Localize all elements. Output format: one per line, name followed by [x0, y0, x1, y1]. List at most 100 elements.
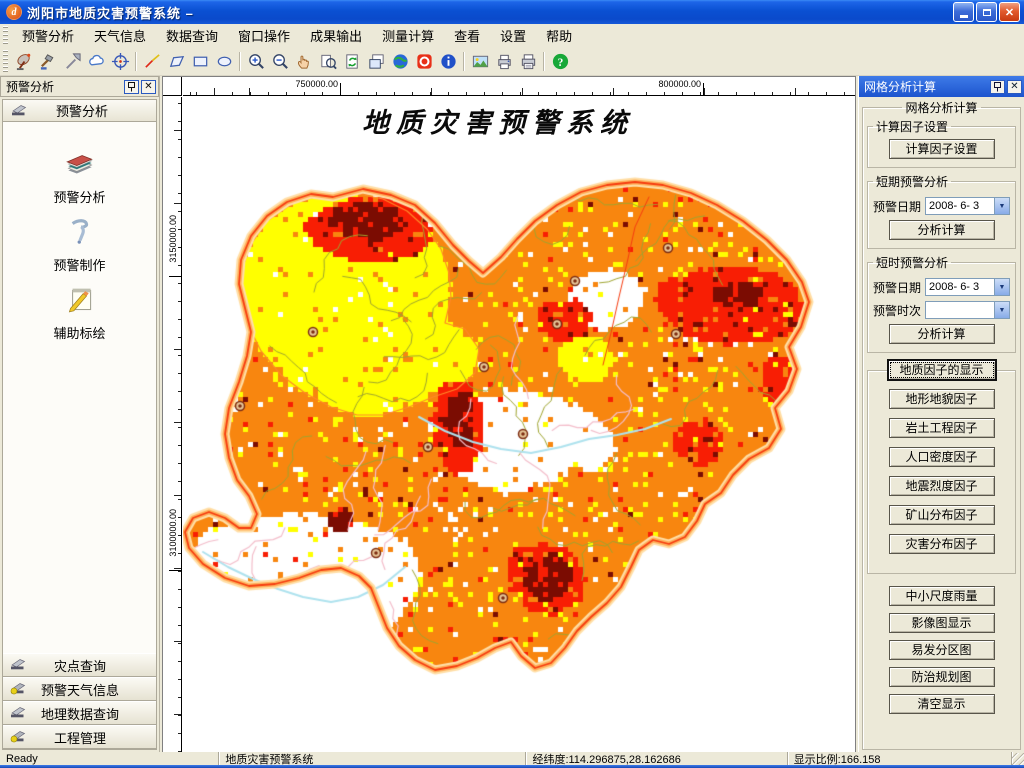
left-panel-section-0[interactable]: 灾点查询 — [3, 653, 156, 677]
menu-item-2[interactable]: 数据查询 — [156, 23, 228, 48]
close-button[interactable]: ✕ — [999, 2, 1020, 22]
tool-yellow-icon — [10, 680, 27, 698]
copy-layers-icon[interactable] — [364, 50, 388, 73]
print-setup-icon[interactable] — [516, 50, 540, 73]
close-panel-icon[interactable]: ✕ — [141, 79, 156, 94]
factor-settings-button[interactable]: 计算因子设置 — [888, 139, 995, 159]
chevron-down-icon[interactable]: ▼ — [994, 279, 1009, 295]
warning-date-label: 预警日期 — [873, 199, 922, 214]
pin-icon[interactable] — [990, 79, 1005, 94]
left-panel-item-1[interactable]: 预警制作 — [3, 214, 156, 282]
warning-date-combobox-2[interactable]: 2008- 6- 3 ▼ — [925, 278, 1010, 296]
warning-date-combobox[interactable]: 2008- 6- 3 ▼ — [925, 197, 1010, 215]
toolbar-grip[interactable] — [3, 49, 8, 73]
toolbar: ? — [0, 47, 1024, 76]
left-panel-body: 预警分析 预警分析 预警制作 辅助标绘 灾点查询 预警天气信息 地理数据查询 工程管理 — [2, 99, 157, 750]
status-bar: Ready 地质灾害预警系统 经纬度:114.296875,28.162686 … — [0, 752, 1024, 766]
pen-icon — [62, 214, 98, 253]
restore-button[interactable] — [976, 2, 997, 22]
layer-button-2[interactable]: 易发分区图 — [888, 640, 995, 660]
menu-item-1[interactable]: 天气信息 — [84, 23, 156, 48]
ruler-corner — [163, 77, 182, 96]
grid-analysis-panel: 网格分析计算 ✕ 网格分析计算 计算因子设置 计算因子设置 短期预警分析 预警日… — [858, 76, 1024, 752]
layer-button-1[interactable]: 影像图显示 — [888, 613, 995, 633]
left-panel-item-2[interactable]: 辅助标绘 — [3, 282, 156, 350]
draw-line-icon[interactable] — [140, 50, 164, 73]
draw-ellipse-icon[interactable] — [212, 50, 236, 73]
status-scale: 显示比例:166.158 — [788, 752, 1013, 766]
menu-item-8[interactable]: 帮助 — [536, 23, 582, 48]
left-panel-header[interactable]: 预警分析 — [3, 100, 156, 122]
left-panel-section-3[interactable]: 工程管理 — [3, 725, 156, 749]
left-panel-item-0[interactable]: 预警分析 — [3, 146, 156, 214]
factor-button-4[interactable]: 矿山分布因子 — [888, 505, 995, 525]
menu-item-3[interactable]: 窗口操作 — [228, 23, 300, 48]
cloud-icon[interactable] — [84, 50, 108, 73]
map-image-icon[interactable] — [468, 50, 492, 73]
crosshair-icon[interactable] — [108, 50, 132, 73]
factor-settings-group: 计算因子设置 计算因子设置 — [867, 118, 1016, 168]
warning-period-combobox[interactable]: ▼ — [925, 301, 1010, 319]
geo-factor-display-button[interactable]: 地质因子的显示 — [886, 359, 997, 381]
menu-item-6[interactable]: 查看 — [444, 23, 490, 48]
map-document: 750000.00 800000.00 3150000.00 3100000.0… — [162, 76, 856, 753]
ruler-left: 3150000.00 3100000.00 — [163, 97, 182, 752]
satellite-dish-icon[interactable] — [12, 50, 36, 73]
layer-button-0[interactable]: 中小尺度雨量 — [888, 586, 995, 606]
tool-gray-icon — [10, 704, 27, 722]
map-canvas-area: 地质灾害预警系统 — [183, 97, 855, 752]
dart-select-icon[interactable] — [60, 50, 84, 73]
zoom-out-icon[interactable] — [268, 50, 292, 73]
draw-rectangle-icon[interactable] — [188, 50, 212, 73]
ruler-top-label-1: 750000.00 — [280, 79, 338, 89]
left-panel: 预警分析 ✕ 预警分析 预警分析 预警制作 辅助标绘 灾点查询 预警天气信息 地理数据查… — [0, 76, 160, 752]
menu-grip[interactable] — [3, 26, 8, 45]
layer-button-4[interactable]: 清空显示 — [888, 694, 995, 714]
hazard-map-canvas[interactable] — [183, 97, 855, 743]
zoom-in-icon[interactable] — [244, 50, 268, 73]
stop-icon[interactable] — [412, 50, 436, 73]
left-panel-section-2[interactable]: 地理数据查询 — [3, 701, 156, 725]
menu-item-5[interactable]: 测量计算 — [372, 23, 444, 48]
toolbar-separator — [239, 51, 241, 71]
hammer-tool-icon[interactable] — [36, 50, 60, 73]
short-time-calculate-button[interactable]: 分析计算 — [888, 324, 995, 344]
short-term-group: 短期预警分析 预警日期 2008- 6- 3 ▼ 分析计算 — [867, 173, 1016, 249]
window-title: 浏阳市地质灾害预警系统 – — [27, 5, 194, 21]
menu-item-4[interactable]: 成果输出 — [300, 23, 372, 48]
grid-panel-title: 网格分析计算 — [864, 80, 937, 94]
menu-item-0[interactable]: 预警分析 — [12, 23, 84, 48]
short-term-calculate-button[interactable]: 分析计算 — [888, 220, 995, 240]
app-window: d 浏阳市地质灾害预警系统 – ✕ 预警分析 天气信息 数据查询 窗口操作 成果输出 测量… — [0, 0, 1024, 768]
warning-period-label: 预警时次 — [873, 303, 922, 318]
zoom-page-icon[interactable] — [316, 50, 340, 73]
factor-button-5[interactable]: 灾害分布因子 — [888, 534, 995, 554]
left-panel-section-1[interactable]: 预警天气信息 — [3, 677, 156, 701]
menu-item-7[interactable]: 设置 — [490, 23, 536, 48]
pan-hand-icon[interactable] — [292, 50, 316, 73]
ruler-left-label-1: 3150000.00 — [168, 215, 178, 263]
map-title: 地质灾害预警系统 — [362, 108, 634, 139]
draw-polygon-icon[interactable] — [164, 50, 188, 73]
globe-icon[interactable] — [388, 50, 412, 73]
chevron-down-icon[interactable]: ▼ — [994, 198, 1009, 214]
print-icon[interactable] — [492, 50, 516, 73]
resize-grip[interactable] — [1012, 752, 1024, 765]
status-coordinates: 经纬度:114.296875,28.162686 — [526, 752, 788, 766]
minimize-button[interactable] — [953, 2, 974, 22]
factor-button-0[interactable]: 地形地貌因子 — [888, 389, 995, 409]
close-panel-icon[interactable]: ✕ — [1007, 79, 1022, 94]
info-icon[interactable] — [436, 50, 460, 73]
layer-button-3[interactable]: 防治规划图 — [888, 667, 995, 687]
chevron-down-icon[interactable]: ▼ — [994, 302, 1009, 318]
factor-button-1[interactable]: 岩土工程因子 — [888, 418, 995, 438]
factor-button-3[interactable]: 地震烈度因子 — [888, 476, 995, 496]
pin-icon[interactable] — [124, 79, 139, 94]
factor-button-2[interactable]: 人口密度因子 — [888, 447, 995, 467]
tool-yellow-icon — [10, 728, 27, 746]
book-icon — [62, 146, 98, 185]
grid-panel-body: 网格分析计算 计算因子设置 计算因子设置 短期预警分析 预警日期 2008- 6… — [859, 97, 1024, 752]
tool-gray-icon — [10, 656, 27, 674]
help-icon[interactable]: ? — [548, 50, 572, 73]
refresh-page-icon[interactable] — [340, 50, 364, 73]
